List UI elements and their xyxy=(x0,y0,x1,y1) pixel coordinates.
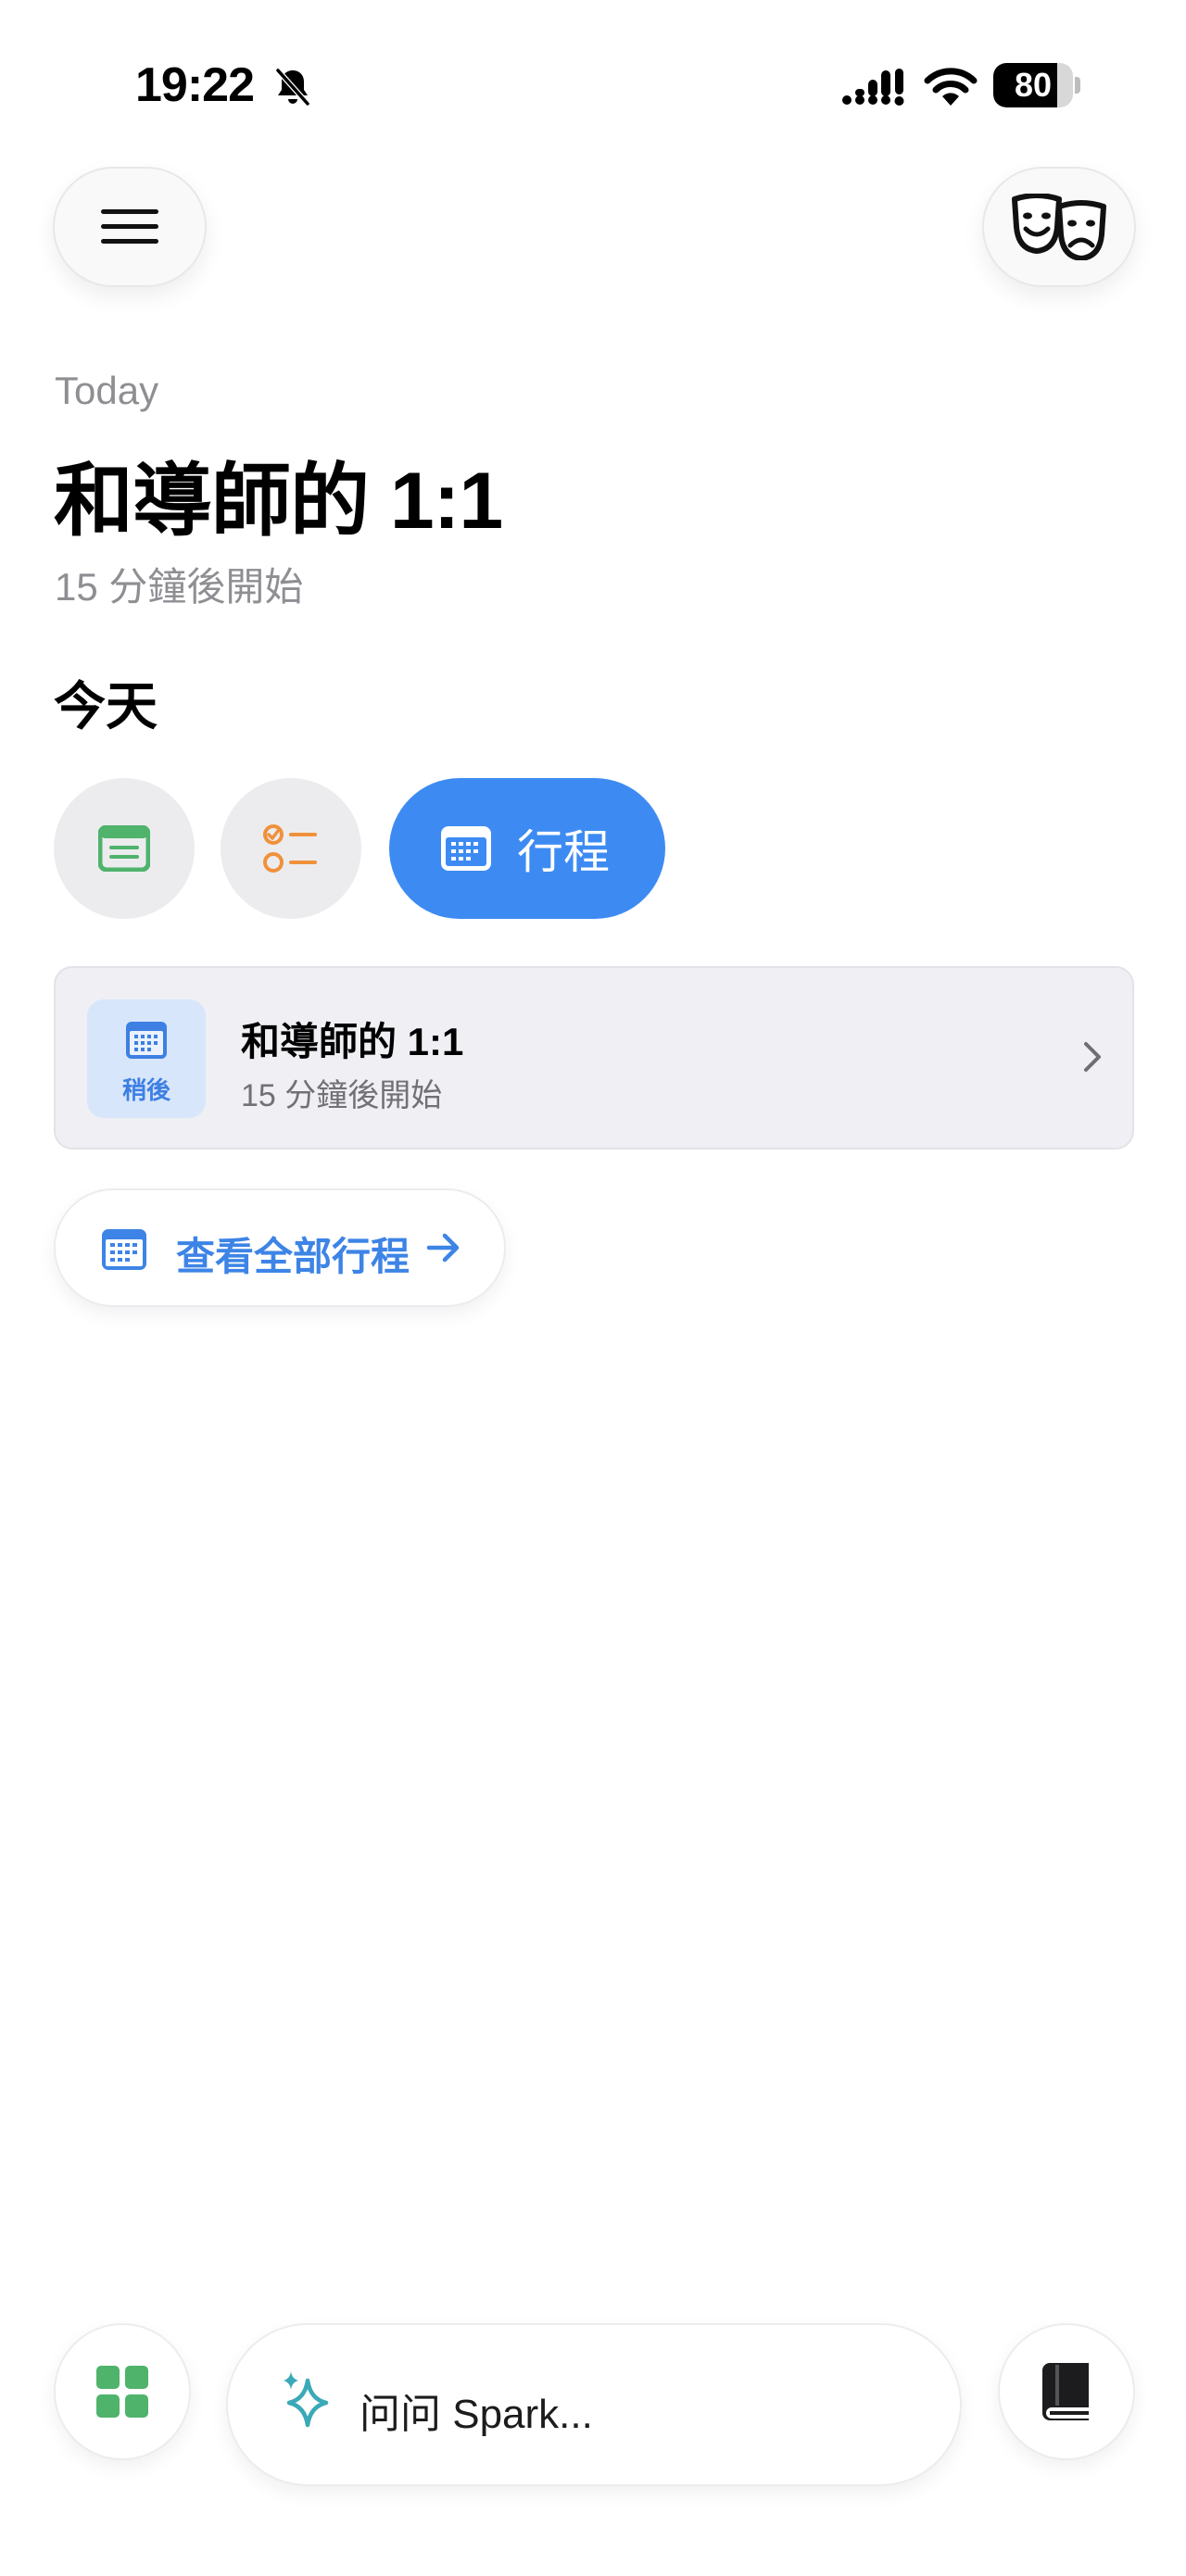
bell-muted-icon xyxy=(275,69,310,106)
filter-schedule-label: 行程 xyxy=(517,826,610,878)
section-title-today: 今天 xyxy=(54,677,158,735)
cellular-signal-icon xyxy=(842,69,904,106)
theater-masks-icon xyxy=(1012,194,1106,260)
home-screen: 19:22 80 Today 和導師的 1:1 15 分鐘後開始 今天 行程 稍… xyxy=(0,0,1186,2576)
chevron-right-icon xyxy=(1084,1042,1101,1072)
event-badge-label: 稍後 xyxy=(121,1076,170,1104)
event-time-badge: 稍後 xyxy=(87,999,206,1118)
book-button[interactable] xyxy=(998,2323,1135,2460)
status-time: 19:22 xyxy=(135,58,255,112)
filter-tasks-button[interactable] xyxy=(221,778,361,919)
filter-schedule-button[interactable]: 行程 xyxy=(389,778,665,919)
apps-grid-button[interactable] xyxy=(54,2323,191,2460)
view-all-schedule-label: 查看全部行程 xyxy=(176,1235,410,1278)
filter-notes-button[interactable] xyxy=(54,778,195,919)
view-all-schedule-button[interactable]: 查看全部行程 xyxy=(54,1188,506,1307)
event-card-title: 和導師的 1:1 xyxy=(241,1020,464,1063)
sparkle-icon xyxy=(284,2371,329,2428)
wifi-icon xyxy=(924,68,978,106)
notes-icon xyxy=(98,825,150,872)
calendar-icon xyxy=(441,826,491,871)
apps-grid-icon xyxy=(96,2366,148,2418)
arrow-right-icon xyxy=(426,1233,460,1263)
page-subtitle: 15 分鐘後開始 xyxy=(55,565,304,609)
tasks-icon xyxy=(263,824,317,873)
battery-percent: 80 xyxy=(1014,66,1053,104)
battery-indicator: 80 xyxy=(993,63,1080,107)
event-card-subtitle: 15 分鐘後開始 xyxy=(241,1078,443,1113)
ask-spark-input[interactable]: 问问 Spark... xyxy=(226,2323,962,2486)
event-card[interactable]: 稍後 和導師的 1:1 15 分鐘後開始 xyxy=(54,966,1134,1150)
theater-masks-button[interactable] xyxy=(982,167,1136,287)
today-label: Today xyxy=(55,369,159,412)
hamburger-menu-icon xyxy=(101,209,158,244)
calendar-icon xyxy=(102,1229,146,1270)
menu-button[interactable] xyxy=(53,167,207,287)
page-title: 和導師的 1:1 xyxy=(54,457,503,546)
book-icon xyxy=(1042,2363,1089,2420)
calendar-icon xyxy=(126,1022,167,1059)
ask-spark-placeholder: 问问 Spark... xyxy=(360,2392,593,2437)
